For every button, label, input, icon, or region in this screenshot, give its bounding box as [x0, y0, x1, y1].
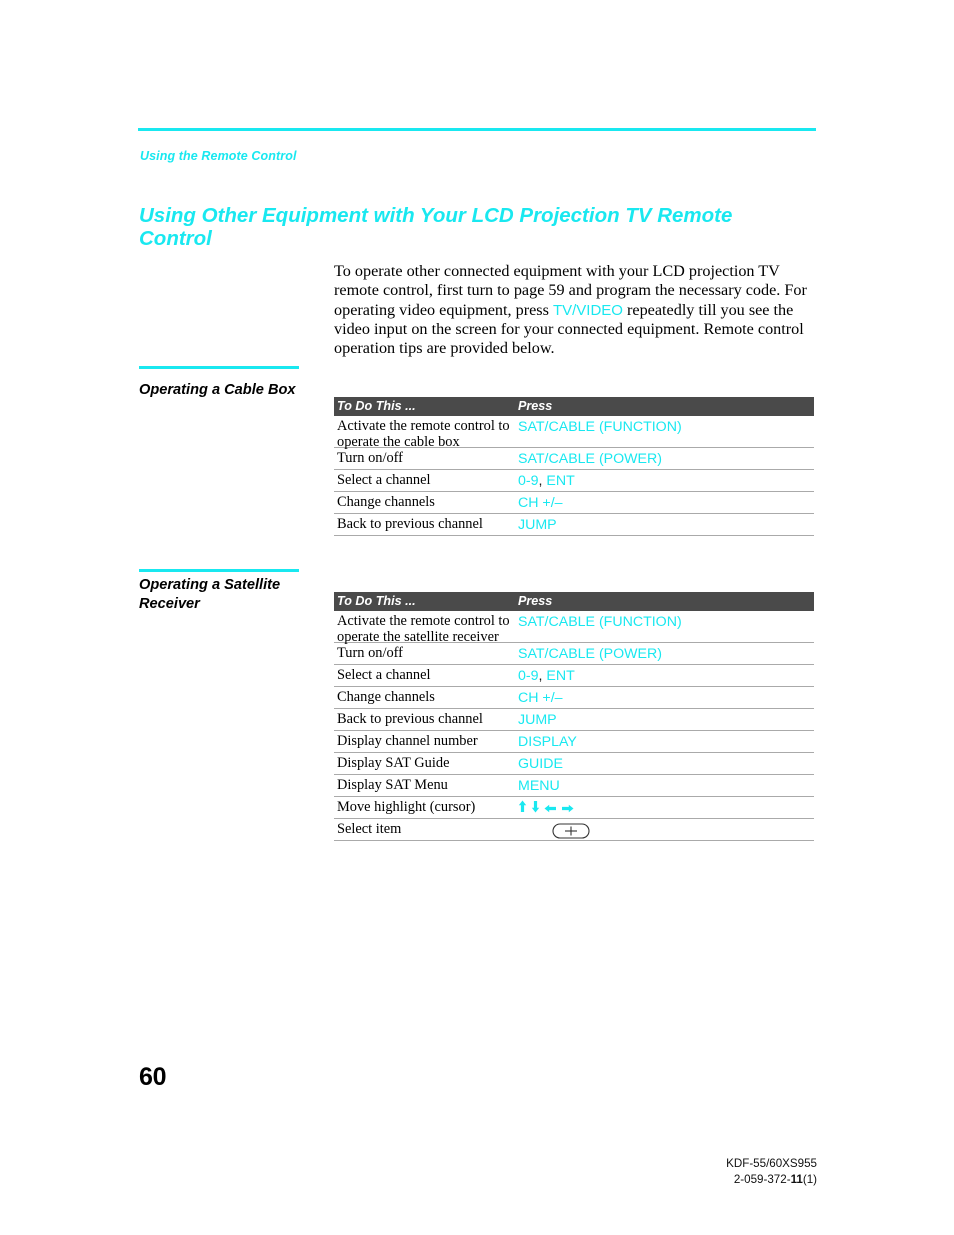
footer-doc-bold: 11 — [790, 1173, 803, 1186]
section-heading-satellite-receiver: Operating a Satellite Receiver — [139, 577, 281, 612]
table-row: Move highlight (cursor) — [334, 797, 814, 819]
table-row: Back to previous channel JUMP — [334, 709, 814, 731]
cell-to-do-this: Select item — [337, 821, 402, 837]
key-separator: , — [538, 668, 543, 684]
table-row: Select a channel 0-9, ENT — [334, 665, 814, 687]
cell-to-do-this: Change channels — [337, 494, 435, 510]
document-page: Using the Remote Control Using Other Equ… — [0, 0, 954, 1235]
header-rule — [138, 128, 816, 131]
tv-video-key: TV/VIDEO — [552, 301, 623, 319]
arrow-down-icon — [531, 801, 540, 813]
cell-press: GUIDE — [518, 756, 563, 772]
table-row: Display channel number DISPLAY — [334, 731, 814, 753]
cell-to-do-this: Activate the remote control to operate t… — [337, 613, 510, 645]
key-digits: 0-9 — [518, 668, 539, 684]
table-row: Select item — [334, 819, 814, 841]
cell-to-do-this: Display SAT Guide — [337, 755, 450, 771]
cell-press: JUMP — [518, 712, 557, 728]
cell-press: SAT/CABLE (FUNCTION) — [518, 614, 682, 630]
section-rule-cable-box — [139, 366, 299, 369]
table-row: Back to previous channel JUMP — [334, 514, 814, 536]
footer: KDF-55/60XS955 2-059-372-11(1) — [726, 1156, 817, 1188]
key-separator: , — [538, 473, 543, 489]
cell-press — [518, 800, 808, 816]
key-digits: 0-9 — [518, 473, 539, 489]
cell-to-do-this: Display SAT Menu — [337, 777, 448, 793]
table-header-row: To Do This ... Press — [334, 397, 814, 416]
page-number: 60 — [139, 1063, 167, 1091]
cell-to-do-this: Back to previous channel — [337, 711, 483, 727]
footer-doc-suffix: (1) — [802, 1173, 817, 1186]
cell-to-do-this: Move highlight (cursor) — [337, 799, 476, 815]
cell-press: JUMP — [518, 517, 557, 533]
table-row: Change channels CH +/– — [334, 687, 814, 709]
table-row: Display SAT Guide GUIDE — [334, 753, 814, 775]
cursor-arrows-group — [518, 800, 578, 816]
cell-press: CH +/– — [518, 495, 563, 511]
cell-to-do-this: Select a channel — [337, 667, 431, 683]
cell-press: 0-9, ENT — [518, 473, 808, 489]
table-row: Turn on/off SAT/CABLE (POWER) — [334, 448, 814, 470]
table-row: Activate the remote control to operate t… — [334, 611, 814, 645]
cell-press: 0-9, ENT — [518, 668, 808, 684]
cell-to-do-this: Display channel number — [337, 733, 478, 749]
table-satellite-receiver: To Do This ... Press Activate the remote… — [334, 592, 814, 841]
table-row: Change channels CH +/– — [334, 492, 814, 514]
cell-press: DISPLAY — [518, 734, 577, 750]
cell-press: SAT/CABLE (POWER) — [518, 646, 662, 662]
cell-press — [518, 822, 808, 840]
table-row: Turn on/off SAT/CABLE (POWER) — [334, 643, 814, 665]
column-header-to-do-this: To Do This ... — [337, 399, 416, 413]
cell-press: SAT/CABLE (POWER) — [518, 451, 662, 467]
column-header-press: Press — [518, 594, 553, 608]
intro-paragraph: To operate other connected equipment wit… — [334, 262, 818, 358]
cell-to-do-this: Select a channel — [337, 472, 431, 488]
cell-to-do-this: Activate the remote control to operate t… — [337, 418, 510, 450]
column-header-press: Press — [518, 399, 553, 413]
footer-doc-number: 2-059-372-11(1) — [726, 1172, 817, 1188]
cell-press: MENU — [518, 778, 560, 794]
key-ent: ENT — [546, 668, 575, 684]
page-title: Using Other Equipment with Your LCD Proj… — [139, 203, 733, 250]
select-button-icon — [552, 823, 590, 844]
table-row: Select a channel 0-9, ENT — [334, 470, 814, 492]
footer-doc-prefix: 2-059-372- — [733, 1173, 791, 1186]
arrow-right-icon — [562, 804, 574, 813]
footer-model: KDF-55/60XS955 — [726, 1157, 817, 1170]
cell-to-do-this: Change channels — [337, 689, 435, 705]
table-header-row: To Do This ... Press — [334, 592, 814, 611]
table-cable-box: To Do This ... Press Activate the remote… — [334, 397, 814, 536]
cell-to-do-this: Turn on/off — [337, 450, 403, 466]
running-head: Using the Remote Control — [140, 149, 297, 163]
arrow-up-icon — [518, 800, 527, 812]
section-rule-satellite-receiver — [139, 569, 299, 572]
arrow-left-icon — [544, 804, 556, 813]
section-heading-cable-box: Operating a Cable Box — [139, 382, 296, 398]
cell-press: CH +/– — [518, 690, 563, 706]
table-row: Activate the remote control to operate t… — [334, 416, 814, 450]
cell-to-do-this: Back to previous channel — [337, 516, 483, 532]
table-row: Display SAT Menu MENU — [334, 775, 814, 797]
cell-press: SAT/CABLE (FUNCTION) — [518, 419, 682, 435]
key-ent: ENT — [546, 473, 575, 489]
column-header-to-do-this: To Do This ... — [337, 594, 416, 608]
cell-to-do-this: Turn on/off — [337, 645, 403, 661]
